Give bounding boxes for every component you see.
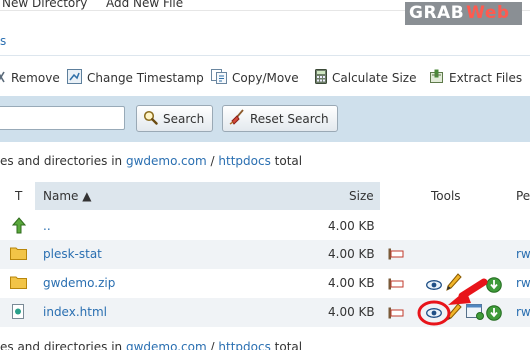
calculator-icon: [315, 69, 327, 87]
summary-prefix: es and directories in: [0, 340, 123, 350]
copy-move-button[interactable]: Copy/Move: [211, 66, 299, 90]
folder-link[interactable]: httpdocs: [218, 340, 270, 350]
extract-files-label: Extract Files: [449, 71, 523, 85]
name-column-header[interactable]: Name ▲: [43, 189, 91, 203]
magnifier-icon: [143, 110, 158, 128]
file-toolbar: Remove Change Timestamp Copy/Move Calcul…: [0, 66, 530, 90]
file-name-link[interactable]: plesk-stat: [43, 247, 102, 261]
sort-ascending-icon: ▲: [78, 189, 92, 203]
bottom-listing-summary: es and directories in gwdemo.com / httpd…: [0, 340, 302, 350]
path-separator: /: [210, 340, 215, 350]
up-arrow-icon[interactable]: [11, 217, 27, 237]
file-name-link[interactable]: ..: [43, 219, 51, 233]
domain-link[interactable]: gwdemo.com: [126, 340, 207, 350]
grabweb-watermark: GRAB Web: [405, 2, 522, 25]
remove-button[interactable]: Remove: [0, 66, 60, 90]
tools-column-header: Tools: [431, 189, 461, 203]
permissions-link[interactable]: rw: [516, 305, 530, 319]
properties-icon[interactable]: [388, 248, 404, 263]
summary-prefix: es and directories in: [0, 154, 123, 168]
copy-move-label: Copy/Move: [232, 71, 299, 85]
tab-divider: [0, 55, 530, 56]
type-column-header[interactable]: T: [15, 189, 22, 203]
listing-summary: es and directories in gwdemo.com / httpd…: [0, 154, 302, 168]
tab-label-fragment[interactable]: s: [0, 34, 6, 48]
folder-link[interactable]: httpdocs: [218, 154, 270, 168]
calculate-size-label: Calculate Size: [332, 71, 417, 85]
add-new-file-link[interactable]: Add New File: [106, 0, 183, 10]
name-header-label: Name: [43, 189, 79, 203]
table-row: [0, 212, 530, 241]
file-size: 4.00 KB: [328, 305, 375, 319]
copy-icon: [211, 69, 227, 87]
summary-suffix: total: [274, 340, 303, 350]
folder-icon: [10, 275, 27, 292]
remove-icon: [0, 70, 6, 87]
file-name-link[interactable]: index.html: [43, 305, 107, 319]
properties-icon[interactable]: [388, 307, 404, 322]
reset-search-label: Reset Search: [250, 111, 329, 126]
path-separator: /: [210, 154, 215, 168]
calculate-size-button[interactable]: Calculate Size: [315, 66, 417, 90]
highlight-annotation: [417, 278, 488, 326]
html-file-icon: [12, 304, 24, 322]
remove-label: Remove: [11, 71, 60, 85]
extract-files-button[interactable]: Extract Files: [429, 66, 522, 90]
new-directory-link[interactable]: New Directory: [2, 0, 87, 10]
file-size: 4.00 KB: [328, 219, 375, 233]
file-size: 4.00 KB: [328, 276, 375, 290]
search-input[interactable]: [0, 106, 125, 130]
domain-link[interactable]: gwdemo.com: [126, 154, 207, 168]
permissions-link[interactable]: rw: [516, 247, 530, 261]
file-size: 4.00 KB: [328, 247, 375, 261]
search-button-label: Search: [163, 111, 205, 126]
size-column-header[interactable]: Size: [349, 189, 374, 203]
perms-column-header[interactable]: Pe: [516, 189, 530, 203]
search-button[interactable]: Search: [136, 105, 214, 132]
reset-search-button[interactable]: Reset Search: [222, 105, 338, 132]
broom-icon: [229, 109, 245, 128]
properties-icon[interactable]: [388, 278, 404, 293]
folder-icon: [10, 246, 27, 263]
summary-suffix: total: [274, 154, 303, 168]
permissions-link[interactable]: rw: [516, 276, 530, 290]
change-timestamp-button[interactable]: Change Timestamp: [67, 66, 204, 90]
file-name-link[interactable]: gwdemo.zip: [43, 276, 115, 290]
change-timestamp-label: Change Timestamp: [87, 71, 204, 85]
extract-icon: [429, 69, 444, 87]
timestamp-icon: [67, 69, 82, 87]
